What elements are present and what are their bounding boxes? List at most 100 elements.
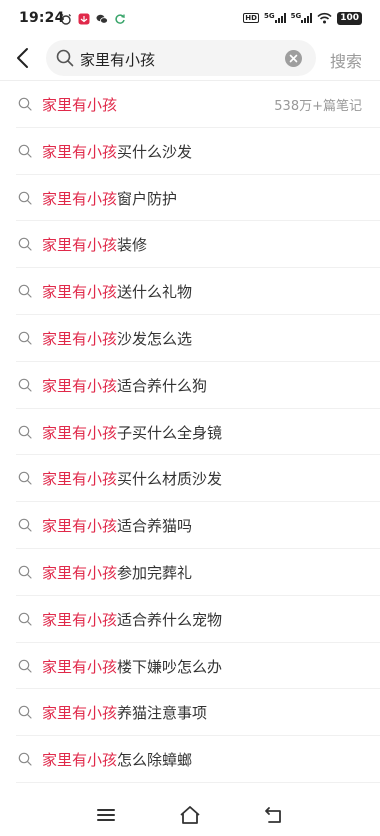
suggestion-highlight: 家里有小孩 [42,751,118,770]
search-icon [18,378,32,392]
signal-bars-icon [274,13,286,23]
suggestion-rest: 子买什么全身镜 [117,423,223,442]
suggestion-rest: 养猫注意事项 [117,704,208,723]
suggestion-item[interactable]: 家里有小孩 538万+篇笔记 [0,81,380,128]
suggestion-highlight: 家里有小孩 [42,236,118,255]
suggestion-text: 家里有小孩窗户防护 [42,188,177,209]
clear-icon[interactable] [285,50,302,67]
status-bar: 19:24 HD 5G 5G 100 [0,0,380,36]
search-icon [18,612,32,626]
search-icon [56,49,74,67]
notification-icons [60,12,126,26]
search-icon [18,659,32,673]
suggestion-text: 家里有小孩适合养什么宠物 [42,609,222,630]
suggestion-highlight: 家里有小孩 [42,96,118,114]
suggestion-item[interactable]: 家里有小孩适合养什么宠物 [0,596,380,643]
suggestion-item[interactable]: 家里有小孩子买什么全身镜 [0,409,380,456]
suggestion-item[interactable]: 家里有小孩沙发怎么选 [0,315,380,362]
suggestion-item[interactable]: 家里有小孩参加完葬礼 [0,549,380,596]
search-icon [18,191,32,205]
suggestion-rest: 楼下嫌吵怎么办 [117,657,223,676]
suggestion-rest: 买什么沙发 [117,142,193,161]
search-icon [18,472,32,485]
suggestion-item[interactable]: 家里有小孩适合养猫吗 [0,502,380,549]
suggestion-text: 家里有小孩怎么除蟑螂 [42,749,192,770]
suggestion-text: 家里有小孩送什么礼物 [42,281,192,302]
suggestion-highlight: 家里有小孩 [42,283,118,302]
suggestion-text: 家里有小孩适合养猫吗 [42,515,192,536]
suggestion-rest: 怎么除蟑螂 [117,751,193,770]
search-icon [18,706,32,719]
signal-2: 5G [291,13,313,23]
suggestion-item[interactable]: 家里有小孩怎么除蟑螂 [0,736,380,783]
suggestion-item[interactable]: 家里有小孩适合养什么狗 [0,362,380,409]
suggestion-text: 家里有小孩 [42,94,117,115]
suggestion-list: 家里有小孩 538万+篇笔记 家里有小孩买什么沙发 家里有小孩窗户防护 家里有小孩装修家… [0,81,380,783]
search-query-text[interactable]: 家里有小孩 [80,49,155,70]
suggestion-highlight: 家里有小孩 [42,610,118,629]
suggestion-highlight: 家里有小孩 [42,376,118,395]
search-icon [18,284,32,298]
suggestion-rest: 适合养什么狗 [117,376,208,395]
suggestion-rest: 送什么礼物 [117,283,193,302]
suggestion-highlight: 家里有小孩 [42,329,118,348]
suggestion-highlight: 家里有小孩 [42,517,118,536]
suggestion-text: 家里有小孩沙发怎么选 [42,328,192,349]
search-icon [18,425,32,439]
suggestion-rest: 买什么材质沙发 [117,470,223,489]
search-input[interactable]: 家里有小孩 [46,40,316,76]
alarm-icon [61,14,71,25]
note-count: 538万+篇笔记 [274,99,362,114]
suggestion-text: 家里有小孩楼下嫌吵怎么办 [42,656,222,677]
suggestion-text: 家里有小孩养猫注意事项 [42,702,207,723]
status-time: 19:24 [19,10,65,26]
suggestion-highlight: 家里有小孩 [42,423,118,442]
search-button[interactable]: 搜索 [330,48,362,72]
suggestion-rest: 装修 [117,236,148,255]
hd-badge: HD [243,13,259,23]
home-icon[interactable] [179,804,201,826]
suggestion-text: 家里有小孩买什么材质沙发 [42,468,222,489]
status-indicators: HD 5G 5G 100 [243,10,362,26]
suggestion-text: 家里有小孩适合养什么狗 [42,375,207,396]
suggestion-text: 家里有小孩子买什么全身镜 [42,422,222,443]
suggestion-item[interactable]: 家里有小孩装修 [0,221,380,269]
suggestion-text: 家里有小孩装修 [42,234,147,255]
suggestion-item[interactable]: 家里有小孩窗户防护 [0,175,380,222]
suggestion-item[interactable]: 家里有小孩买什么材质沙发 [0,455,380,503]
search-icon [18,238,32,251]
suggestion-rest: 窗户防护 [117,189,178,208]
suggestion-highlight: 家里有小孩 [42,657,118,676]
menu-icon[interactable] [95,804,117,826]
app-notification-icon [78,13,90,25]
battery-indicator: 100 [337,11,362,25]
suggestion-highlight: 家里有小孩 [42,563,118,582]
suggestion-highlight: 家里有小孩 [42,142,118,161]
suggestion-item[interactable]: 家里有小孩养猫注意事项 [0,689,380,737]
suggestion-rest: 适合养什么宠物 [117,610,223,629]
suggestion-item[interactable]: 家里有小孩送什么礼物 [0,268,380,315]
search-icon [18,97,32,111]
suggestion-highlight: 家里有小孩 [42,704,118,723]
row-divider [16,781,380,783]
suggestion-item[interactable]: 家里有小孩买什么沙发 [0,128,380,175]
back-arrow-icon[interactable] [12,46,36,70]
return-icon[interactable] [263,804,285,826]
signal-1: 5G [264,13,286,23]
search-icon [18,331,32,345]
search-header: 家里有小孩 搜索 [0,36,380,80]
suggestion-text: 家里有小孩参加完葬礼 [42,562,192,583]
suggestion-item[interactable]: 家里有小孩楼下嫌吵怎么办 [0,643,380,690]
suggestion-highlight: 家里有小孩 [42,470,118,489]
suggestion-rest: 参加完葬礼 [117,563,193,582]
wechat-icon [96,14,108,24]
suggestion-text: 家里有小孩买什么沙发 [42,141,192,162]
search-icon [18,144,32,158]
search-icon [18,518,32,532]
search-icon [18,752,32,766]
signal-bars-icon [301,13,313,23]
sync-icon [115,14,125,24]
suggestion-rest: 沙发怎么选 [117,329,193,348]
system-nav-bar [0,796,380,836]
search-icon [18,565,32,579]
